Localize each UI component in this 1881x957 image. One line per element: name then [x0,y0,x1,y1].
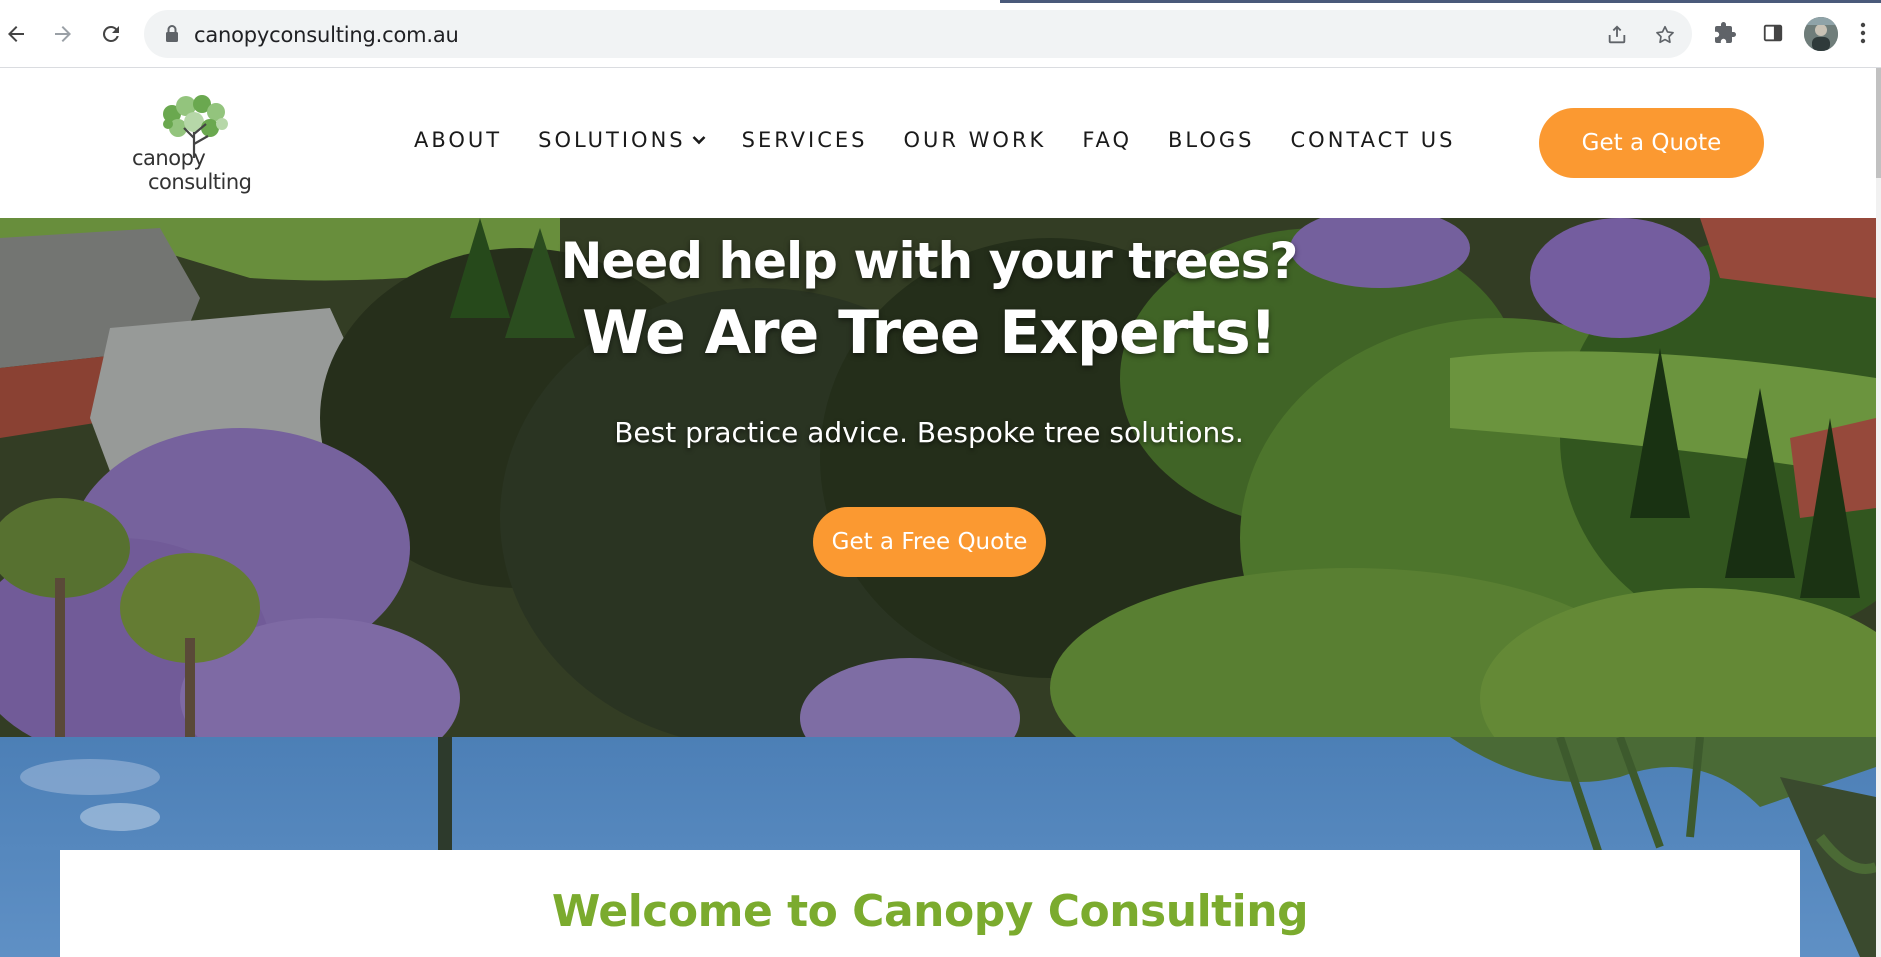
hero-section: Need help with your trees? We Are Tree E… [0,218,1876,737]
get-a-quote-button[interactable]: Get a Quote [1539,108,1764,178]
arrow-right-icon [55,26,71,42]
welcome-card: Welcome to Canopy Consulting [60,850,1800,957]
lock-icon[interactable] [164,24,180,49]
address-bar[interactable]: canopyconsulting.com.au [144,10,1692,58]
page-scrollbar[interactable] [1876,68,1881,957]
hero-subtitle: Best practice advice. Bespoke tree solut… [614,416,1244,449]
hero-title-line1: Need help with your trees? [560,232,1299,290]
welcome-title: Welcome to Canopy Consulting [551,886,1309,937]
reload-icon [102,25,119,42]
back-button[interactable] [0,18,32,50]
logo-text-canopy: canopy [132,146,206,170]
nav-our-work-label: OUR WORK [903,128,1047,152]
reload-button[interactable] [95,18,127,50]
nav-about-label: ABOUT [414,128,503,152]
arrow-left-icon [8,26,24,42]
chevron-down-icon [692,136,706,145]
hero-title-line2: We Are Tree Experts! [581,298,1277,368]
share-icon[interactable] [1604,22,1630,48]
puzzle-icon[interactable] [1710,18,1740,48]
nav-our-work[interactable]: OUR WORK [904,128,1047,152]
hero-overlay [0,218,1876,737]
nav-solutions-label: SOLUTIONS [538,128,686,152]
profile-avatar[interactable] [1804,17,1838,51]
nav-blogs-label: BLOGS [1168,128,1255,152]
nav-faq[interactable]: FAQ [1082,128,1132,152]
kebab-menu-icon[interactable] [1852,18,1874,48]
nav-services[interactable]: SERVICES [742,128,868,152]
forward-button[interactable] [47,18,79,50]
page-load-bar [1000,0,1881,3]
scrollbar-thumb[interactable] [1876,68,1881,178]
site-header: canopy consulting ABOUT SOLUTIONS SERVIC… [0,68,1876,218]
site-logo[interactable]: canopy consulting [128,92,256,202]
nav-contact-us-label: CONTACT US [1290,128,1456,152]
browser-toolbar: canopyconsulting.com.au [0,0,1881,68]
nav-services-label: SERVICES [741,128,868,152]
star-icon[interactable] [1652,22,1678,48]
get-free-quote-button[interactable]: Get a Free Quote [813,507,1046,577]
side-panel-icon[interactable] [1758,18,1788,48]
nav-about[interactable]: ABOUT [414,128,502,152]
nav-faq-label: FAQ [1082,128,1133,152]
main-navigation: ABOUT SOLUTIONS SERVICES OUR WORK FAQ BL… [414,128,1491,152]
nav-blogs[interactable]: BLOGS [1168,128,1255,152]
logo-text-consulting: consulting [148,170,252,194]
nav-solutions[interactable]: SOLUTIONS [538,128,706,152]
url-text[interactable]: canopyconsulting.com.au [194,23,459,47]
nav-contact-us[interactable]: CONTACT US [1291,128,1456,152]
